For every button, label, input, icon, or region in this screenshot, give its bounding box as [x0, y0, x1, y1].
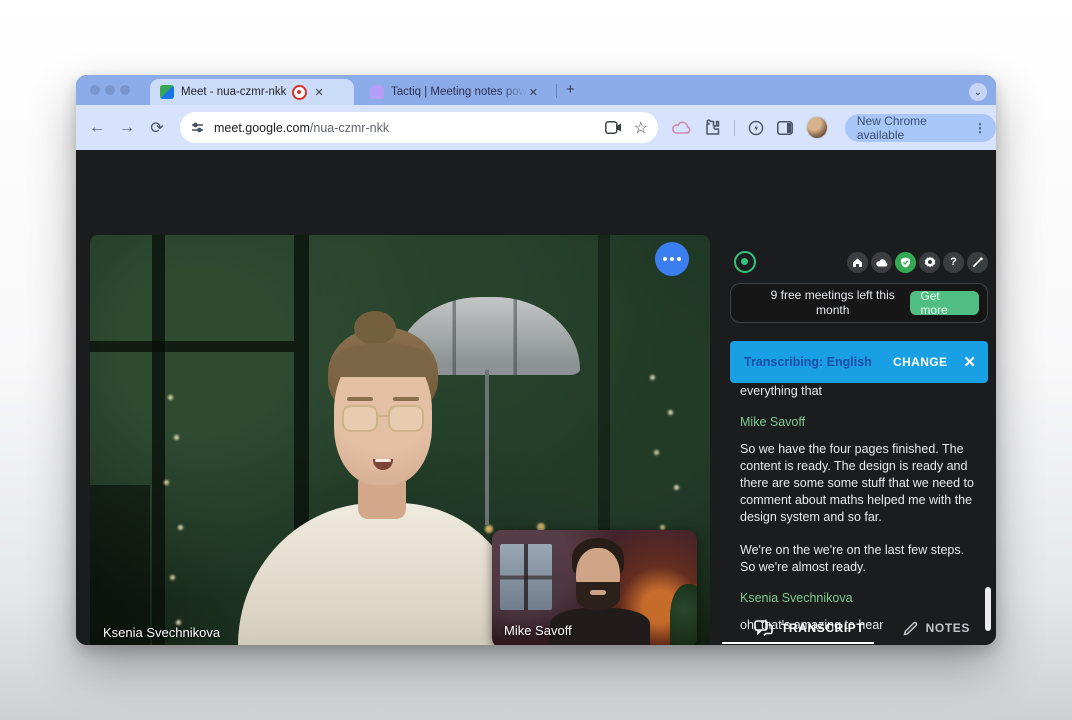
participant-hair-bun — [354, 311, 396, 345]
traffic-close-button[interactable] — [90, 85, 100, 95]
tactiq-sidebar: ? 9 free meetings left this month Get mo… — [722, 235, 996, 645]
camera-permission-icon[interactable] — [605, 121, 622, 134]
pip-mouth — [590, 590, 606, 595]
home-icon[interactable] — [847, 252, 868, 273]
tab-notes-label: NOTES — [926, 621, 970, 635]
update-chip-label: New Chrome available — [857, 114, 970, 142]
pip-plant — [670, 584, 697, 645]
change-language-button[interactable]: CHANGE — [893, 355, 947, 369]
tab-close-icon[interactable]: ✕ — [527, 86, 546, 99]
reload-button[interactable]: ⟳ — [142, 118, 172, 138]
quota-banner: 9 free meetings left this month Get more — [730, 283, 988, 323]
tab-transcript-label: TRANSCRIPT — [781, 621, 864, 635]
desktop: Meet - nua-czmr-nkk ✕ Tactiq | Meeting n… — [0, 0, 1072, 720]
browser-window: Meet - nua-czmr-nkk ✕ Tactiq | Meeting n… — [76, 75, 996, 645]
url-host: meet.google.com — [214, 121, 310, 135]
toolbar-divider — [734, 120, 735, 136]
tab-search-chevron-icon[interactable]: ⌄ — [969, 83, 987, 101]
tab-notes[interactable]: NOTES — [903, 621, 970, 636]
tactiq-logo-icon — [734, 251, 756, 273]
traffic-zoom-button[interactable] — [120, 85, 130, 95]
participant-body — [238, 503, 524, 645]
main-video-tile: Ksenia Svechnikova Mike Savoff — [90, 235, 710, 645]
settings-gear-icon[interactable] — [919, 252, 940, 273]
extensions-puzzle-icon[interactable] — [704, 119, 721, 136]
extension-cloud-icon[interactable] — [672, 121, 691, 135]
active-tab-underline — [722, 642, 874, 644]
candles — [485, 525, 493, 533]
tactiq-header: ? — [722, 245, 996, 279]
transcript-speaker: Mike Savoff — [740, 414, 980, 431]
meet-favicon-icon — [160, 85, 174, 99]
participant-name-label: Ksenia Svechnikova — [103, 625, 220, 640]
pencil-icon — [903, 621, 918, 636]
performance-icon[interactable] — [748, 120, 764, 136]
string-lights — [168, 395, 173, 400]
tab-strip: Meet - nua-czmr-nkk ✕ Tactiq | Meeting n… — [76, 75, 996, 105]
shield-check-icon[interactable] — [895, 252, 916, 273]
window-frame — [152, 235, 165, 645]
recording-indicator-icon — [292, 85, 307, 100]
new-tab-button[interactable]: + — [566, 81, 575, 98]
quota-text: 9 free meetings left this month — [755, 288, 910, 318]
help-icon[interactable]: ? — [943, 252, 964, 273]
address-bar[interactable]: meet.google.com/nua-czmr-nkk ☆ — [180, 112, 658, 143]
transcript-paragraph: So we have the four pages finished. The … — [740, 441, 980, 526]
eyebrow — [393, 397, 419, 401]
profile-avatar[interactable] — [806, 116, 828, 139]
floating-options-button[interactable] — [655, 242, 689, 276]
side-panel-icon[interactable] — [777, 121, 793, 135]
transcript-speaker: Ksenia Svechnikova — [740, 590, 980, 607]
tab-divider — [556, 84, 557, 98]
cloud-upload-icon[interactable] — [871, 252, 892, 273]
tactiq-tab-bar: TRANSCRIPT NOTES — [722, 613, 996, 643]
glasses-lens — [342, 405, 378, 432]
bookmark-star-icon[interactable]: ☆ — [634, 118, 648, 138]
umbrella-pole — [485, 370, 489, 525]
pip-window — [500, 544, 552, 610]
participant-hairline — [334, 343, 432, 377]
banner-close-icon[interactable]: ✕ — [963, 353, 976, 371]
pip-beard — [576, 582, 620, 610]
tab-close-icon[interactable]: ✕ — [312, 86, 331, 99]
transcribing-status-label: Transcribing: English — [744, 355, 872, 369]
window-frame — [90, 341, 294, 352]
traffic-minimize-button[interactable] — [105, 85, 115, 95]
pin-icon[interactable] — [967, 252, 988, 273]
transcript-panel[interactable]: everything that Mike Savoff So we have t… — [740, 383, 980, 645]
forward-button[interactable]: → — [112, 119, 142, 137]
string-lights — [650, 375, 655, 380]
update-chrome-chip[interactable]: New Chrome available ⋮ — [845, 114, 996, 142]
chrome-menu-icon[interactable]: ⋮ — [970, 121, 990, 135]
tab-transcript[interactable]: TRANSCRIPT — [754, 620, 864, 636]
transcribing-banner: Transcribing: English CHANGE ✕ — [730, 341, 988, 383]
tab-tactiq[interactable]: Tactiq | Meeting notes powe ✕ — [360, 79, 546, 105]
glasses-bridge — [377, 415, 389, 417]
tab-title: Meet - nua-czmr-nkk — [181, 86, 286, 98]
tab-meet[interactable]: Meet - nua-czmr-nkk ✕ — [150, 79, 354, 105]
sidebar-scrollbar[interactable] — [985, 587, 991, 631]
transcript-partial: everything that — [740, 383, 980, 400]
meet-page: Ksenia Svechnikova Mike Savoff — [76, 150, 996, 645]
chat-bubbles-icon — [754, 620, 773, 636]
pip-name-label: Mike Savoff — [504, 623, 572, 638]
back-button[interactable]: ← — [82, 119, 112, 137]
pip-video-tile[interactable]: Mike Savoff — [492, 530, 697, 645]
browser-toolbar: ← → ⟳ meet.google.com/nua-czmr-nkk ☆ — [76, 105, 996, 150]
transcript-paragraph: We're on the we're on the last few steps… — [740, 542, 980, 576]
doorway-shadow — [90, 485, 150, 645]
get-more-button[interactable]: Get more — [910, 291, 979, 315]
site-settings-icon[interactable] — [190, 120, 205, 135]
tactiq-favicon-icon — [370, 85, 384, 99]
eyebrow — [347, 397, 373, 401]
url-path: /nua-czmr-nkk — [310, 121, 389, 135]
tab-title: Tactiq | Meeting notes powe — [391, 86, 527, 98]
glasses-lens — [388, 405, 424, 432]
